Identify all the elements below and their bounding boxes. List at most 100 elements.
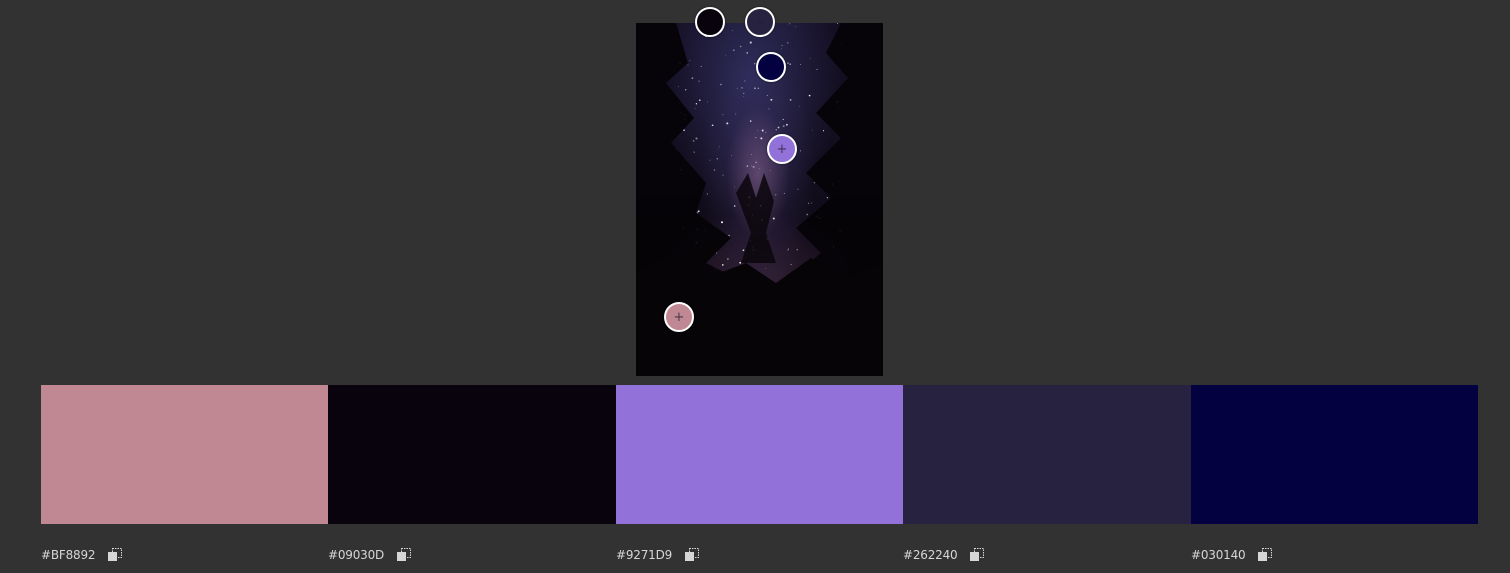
copy-icon[interactable] bbox=[969, 547, 985, 563]
star bbox=[722, 114, 724, 116]
star bbox=[691, 77, 694, 80]
star bbox=[750, 165, 752, 167]
star bbox=[677, 86, 679, 88]
hex-code-label: #9271D9 bbox=[616, 548, 673, 562]
hex-code-label: #09030D bbox=[328, 548, 385, 562]
crosshair-icon: + bbox=[776, 141, 788, 157]
color-picker-marker[interactable] bbox=[695, 7, 725, 37]
star bbox=[749, 41, 752, 44]
star bbox=[787, 248, 789, 250]
star bbox=[757, 87, 760, 89]
star bbox=[735, 113, 737, 115]
star bbox=[698, 210, 700, 212]
star bbox=[795, 26, 797, 28]
star bbox=[779, 122, 781, 124]
star bbox=[783, 192, 785, 194]
swatch-hex-row: #9271D9 bbox=[616, 545, 700, 565]
star bbox=[808, 94, 811, 97]
star bbox=[808, 202, 810, 204]
star bbox=[770, 170, 771, 171]
crosshair-icon: + bbox=[754, 14, 766, 30]
star bbox=[728, 234, 730, 237]
star bbox=[782, 125, 785, 128]
star bbox=[739, 261, 742, 264]
copy-icon[interactable] bbox=[684, 547, 700, 563]
star bbox=[722, 174, 724, 176]
star bbox=[700, 65, 702, 68]
star bbox=[727, 258, 729, 260]
color-swatch[interactable] bbox=[41, 385, 328, 524]
star bbox=[736, 87, 738, 89]
star bbox=[810, 202, 812, 204]
star bbox=[698, 80, 700, 82]
star bbox=[786, 24, 788, 26]
copy-icon[interactable] bbox=[396, 547, 412, 563]
star bbox=[733, 205, 736, 207]
star bbox=[806, 213, 809, 216]
color-picker-marker[interactable]: + bbox=[745, 7, 775, 37]
star bbox=[707, 101, 709, 103]
swatch-hex-row: #262240 bbox=[903, 545, 985, 565]
star bbox=[836, 23, 839, 25]
color-swatch[interactable] bbox=[328, 385, 616, 524]
copy-icon[interactable] bbox=[107, 547, 123, 563]
hex-code-label: #BF8892 bbox=[41, 548, 96, 562]
star bbox=[822, 130, 825, 132]
star bbox=[720, 83, 722, 86]
star bbox=[687, 64, 689, 66]
star bbox=[742, 92, 745, 95]
star bbox=[726, 122, 729, 125]
star bbox=[777, 126, 780, 129]
star bbox=[746, 165, 749, 167]
star bbox=[813, 181, 816, 184]
star bbox=[796, 249, 798, 251]
star bbox=[775, 194, 777, 196]
star bbox=[775, 129, 777, 131]
star bbox=[741, 87, 743, 89]
star bbox=[789, 98, 792, 101]
color-swatch[interactable] bbox=[616, 385, 903, 524]
star bbox=[754, 87, 756, 90]
star bbox=[692, 139, 695, 142]
star bbox=[759, 168, 760, 170]
star bbox=[721, 264, 724, 266]
color-picker-marker[interactable] bbox=[756, 52, 786, 82]
star bbox=[749, 120, 752, 122]
star bbox=[709, 159, 711, 161]
star bbox=[694, 107, 696, 109]
star bbox=[695, 137, 698, 140]
star bbox=[725, 54, 727, 56]
swatch-hex-row: #030140 bbox=[1191, 545, 1273, 565]
star bbox=[772, 217, 775, 220]
star bbox=[742, 249, 745, 252]
swatch-hex-row: #BF8892 bbox=[41, 545, 123, 565]
star bbox=[787, 62, 789, 64]
star bbox=[786, 123, 788, 126]
star bbox=[713, 169, 716, 171]
star bbox=[789, 63, 791, 65]
star bbox=[768, 108, 770, 110]
copy-icon[interactable] bbox=[1257, 547, 1273, 563]
star bbox=[765, 132, 767, 133]
star bbox=[812, 129, 813, 131]
star bbox=[781, 44, 783, 47]
star bbox=[693, 151, 695, 153]
star bbox=[770, 98, 773, 101]
star bbox=[706, 193, 708, 195]
star bbox=[711, 124, 714, 127]
star bbox=[766, 94, 768, 97]
color-swatch[interactable] bbox=[903, 385, 1191, 524]
star bbox=[790, 264, 792, 266]
star bbox=[717, 148, 719, 149]
star bbox=[689, 59, 691, 61]
star bbox=[731, 29, 733, 31]
star bbox=[750, 154, 752, 156]
star bbox=[755, 161, 757, 164]
star bbox=[787, 42, 789, 44]
star bbox=[734, 186, 736, 188]
color-picker-marker[interactable]: + bbox=[767, 134, 797, 164]
star bbox=[826, 197, 828, 199]
star bbox=[800, 64, 802, 66]
color-swatch[interactable] bbox=[1191, 385, 1478, 524]
color-picker-marker[interactable]: + bbox=[664, 302, 694, 332]
